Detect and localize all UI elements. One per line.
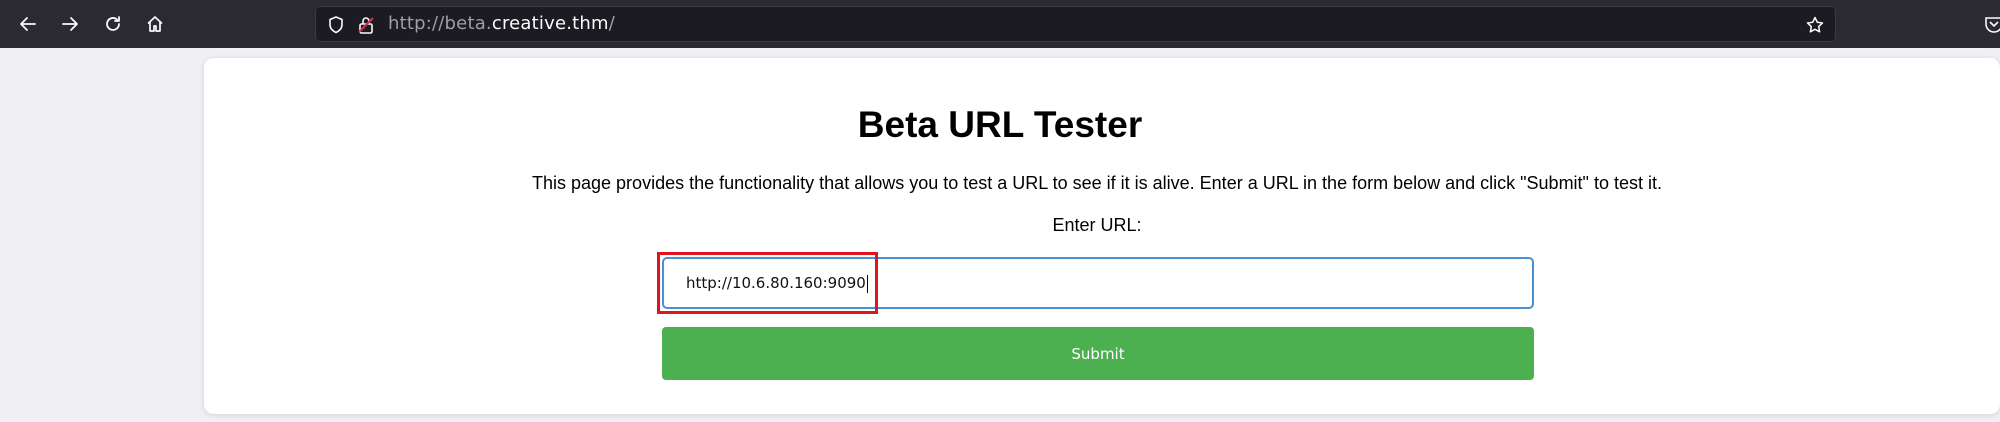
- forward-button[interactable]: [54, 8, 86, 40]
- arrow-left-icon: [20, 17, 36, 31]
- annotation-highlight-box: [657, 252, 878, 314]
- page-description: This page provides the functionality tha…: [532, 173, 1662, 193]
- url-field-label: Enter URL:: [1052, 215, 1142, 235]
- reload-button[interactable]: [97, 8, 129, 40]
- url-scheme: http://beta.: [388, 13, 492, 34]
- url-path: /: [608, 13, 616, 34]
- address-text[interactable]: http://beta.creative.thm/: [388, 7, 615, 41]
- url-host: creative.thm: [491, 13, 609, 34]
- pocket-icon[interactable]: [1984, 14, 2000, 34]
- submit-button[interactable]: Submit: [662, 327, 1534, 380]
- shield-icon[interactable]: [326, 15, 346, 35]
- reload-icon: [106, 16, 120, 31]
- browser-toolbar: http://beta.creative.thm/: [0, 0, 2000, 48]
- address-bar[interactable]: http://beta.creative.thm/: [315, 6, 1836, 42]
- back-button[interactable]: [12, 8, 44, 40]
- home-button[interactable]: [139, 8, 171, 40]
- home-icon: [147, 16, 163, 32]
- arrow-right-icon: [62, 17, 78, 31]
- page-title: Beta URL Tester: [857, 104, 1143, 145]
- insecure-lock-icon[interactable]: [356, 15, 376, 35]
- bookmark-star-icon[interactable]: [1805, 15, 1825, 35]
